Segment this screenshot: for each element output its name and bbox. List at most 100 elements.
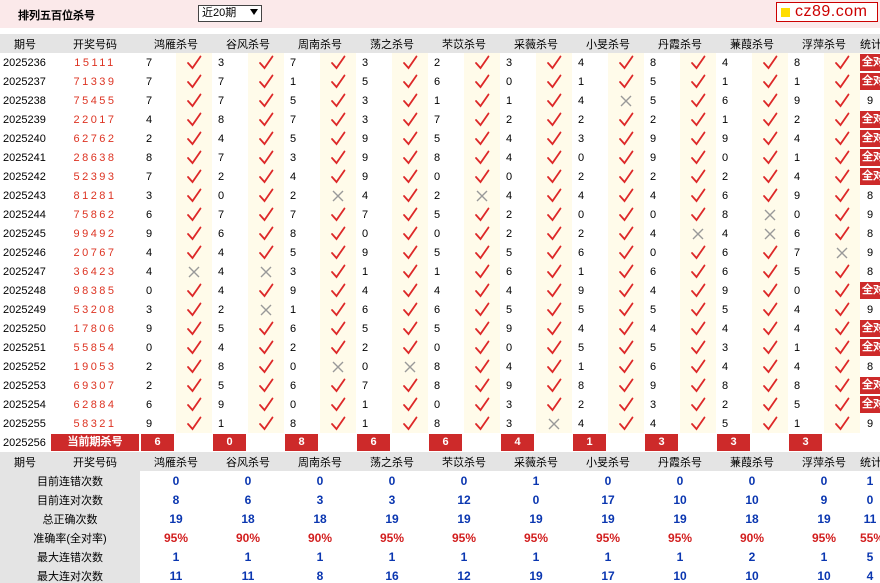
check-mark-icon bbox=[547, 226, 562, 241]
check-mark-icon bbox=[187, 169, 202, 184]
result-mark-cell bbox=[176, 414, 212, 433]
check-mark-icon bbox=[475, 169, 490, 184]
result-mark-cell bbox=[464, 148, 500, 167]
footer-header-1: 开奖号码 bbox=[50, 452, 140, 471]
issue-cell: 2025254 bbox=[3, 398, 46, 411]
kill-number-cell: 6 bbox=[722, 246, 729, 259]
result-mark-cell bbox=[392, 129, 428, 148]
check-mark-icon bbox=[763, 359, 778, 374]
result-mark-cell bbox=[608, 129, 644, 148]
stats-value: 0 bbox=[716, 471, 788, 490]
kill-number-cell: 5 bbox=[722, 417, 729, 430]
kill-number-cell: 5 bbox=[290, 94, 297, 107]
check-mark-icon bbox=[835, 226, 850, 241]
kill-number-cell: 4 bbox=[578, 56, 585, 69]
check-mark-icon bbox=[547, 321, 562, 336]
column-header-7: 采薇杀号 bbox=[500, 34, 572, 53]
check-mark-icon bbox=[475, 131, 490, 146]
stat-cell: 全对 bbox=[860, 53, 880, 72]
check-mark-icon bbox=[403, 226, 418, 241]
check-mark-icon bbox=[187, 112, 202, 127]
kill-number-cell: 2 bbox=[146, 132, 153, 145]
all-correct-badge: 全对 bbox=[860, 73, 880, 90]
result-mark-cell bbox=[824, 129, 860, 148]
result-mark-cell bbox=[680, 376, 716, 395]
site-logo[interactable]: cz89.com bbox=[776, 2, 878, 22]
stats-value: 1 bbox=[500, 471, 572, 490]
all-correct-badge: 全对 bbox=[860, 282, 880, 299]
kill-number-cell: 9 bbox=[362, 132, 369, 145]
check-mark-icon bbox=[835, 55, 850, 70]
issue-cell: 2025237 bbox=[3, 75, 46, 88]
check-mark-icon bbox=[475, 150, 490, 165]
check-mark-icon bbox=[331, 245, 346, 260]
check-mark-icon bbox=[547, 340, 562, 355]
result-mark-cell bbox=[536, 129, 572, 148]
result-mark-cell bbox=[176, 262, 212, 281]
kill-number-cell: 4 bbox=[146, 265, 153, 278]
result-mark-cell bbox=[680, 186, 716, 205]
kill-number-cell: 0 bbox=[650, 208, 657, 221]
result-mark-cell bbox=[320, 148, 356, 167]
kill-number-cell: 2 bbox=[290, 341, 297, 354]
kill-number-cell: 6 bbox=[146, 398, 153, 411]
kill-number-cell: 3 bbox=[146, 189, 153, 202]
result-mark-cell bbox=[320, 281, 356, 300]
kill-number-cell: 4 bbox=[506, 151, 513, 164]
footer-header-4: 周南杀号 bbox=[284, 452, 356, 471]
kill-number-cell: 8 bbox=[434, 360, 441, 373]
result-mark-cell bbox=[608, 357, 644, 376]
kill-number-cell: 2 bbox=[362, 341, 369, 354]
stats-value: 0 bbox=[356, 471, 428, 490]
kill-number-cell: 9 bbox=[362, 246, 369, 259]
check-mark-icon bbox=[619, 226, 634, 241]
kill-number-cell: 2 bbox=[506, 208, 513, 221]
kill-number-cell: 5 bbox=[506, 303, 513, 316]
check-mark-icon bbox=[187, 359, 202, 374]
check-mark-icon bbox=[835, 416, 850, 431]
kill-number-cell: 6 bbox=[650, 360, 657, 373]
kill-number-cell: 2 bbox=[650, 113, 657, 126]
check-mark-icon bbox=[331, 283, 346, 298]
result-mark-cell bbox=[536, 357, 572, 376]
stats-value: 19 bbox=[500, 509, 572, 528]
result-mark-cell bbox=[680, 167, 716, 186]
check-mark-icon bbox=[187, 302, 202, 317]
result-mark-cell bbox=[608, 72, 644, 91]
kill-number-cell: 2 bbox=[290, 189, 297, 202]
kill-number-cell: 9 bbox=[650, 379, 657, 392]
kill-number-cell: 8 bbox=[434, 151, 441, 164]
check-mark-icon bbox=[403, 131, 418, 146]
kill-number-cell: 4 bbox=[794, 360, 801, 373]
period-select[interactable]: 近20期 bbox=[198, 5, 262, 22]
result-mark-cell bbox=[464, 205, 500, 224]
result-mark-cell bbox=[320, 376, 356, 395]
check-mark-icon bbox=[619, 245, 634, 260]
kill-number-cell: 6 bbox=[650, 265, 657, 278]
kill-number-cell: 0 bbox=[506, 75, 513, 88]
result-mark-cell bbox=[680, 110, 716, 129]
stats-value: 19 bbox=[356, 509, 428, 528]
result-mark-cell bbox=[752, 167, 788, 186]
stats-value: 95% bbox=[572, 528, 644, 547]
check-mark-icon bbox=[835, 169, 850, 184]
kill-number-cell: 0 bbox=[146, 284, 153, 297]
current-kill-cell: 6 bbox=[140, 433, 212, 452]
kill-number-cell: 0 bbox=[434, 398, 441, 411]
column-header-8: 小旻杀号 bbox=[572, 34, 644, 53]
kill-number-cell: 0 bbox=[650, 246, 657, 259]
table-row: 2025240 62762 2 4 5 9 5 4 3 9 9 4 全对 bbox=[0, 129, 880, 148]
result-mark-cell bbox=[752, 281, 788, 300]
kill-number-cell: 0 bbox=[218, 189, 225, 202]
stats-value: 1 bbox=[284, 547, 356, 566]
kill-number-cell: 0 bbox=[794, 208, 801, 221]
kill-number-cell: 3 bbox=[578, 132, 585, 145]
kill-number-cell: 4 bbox=[650, 417, 657, 430]
result-mark-cell bbox=[320, 186, 356, 205]
stats-value: 0 bbox=[644, 471, 716, 490]
table-header-row: 期号 开奖号码 鸿雁杀号 谷风杀号 周南杀号 荡之杀号 芣苡杀号 采薇杀号 小旻杀号 丹霞杀号 蒹葭… bbox=[0, 34, 880, 53]
check-mark-icon bbox=[691, 112, 706, 127]
stats-value: 12 bbox=[428, 490, 500, 509]
kill-number-cell: 4 bbox=[722, 360, 729, 373]
kill-number-cell: 4 bbox=[218, 341, 225, 354]
